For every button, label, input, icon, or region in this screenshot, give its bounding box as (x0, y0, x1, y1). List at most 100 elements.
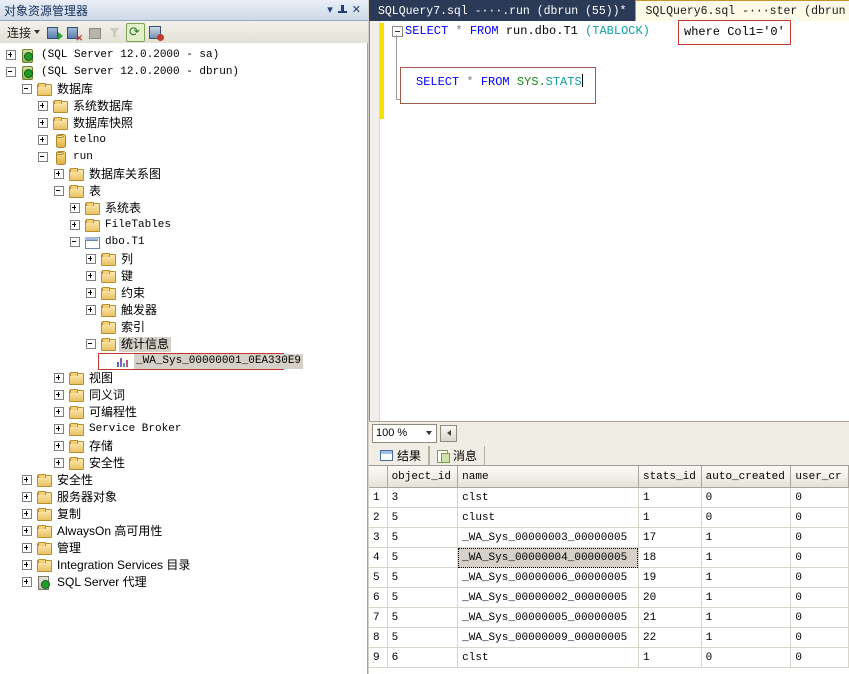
expand-icon[interactable] (22, 577, 33, 588)
cell-user-created[interactable]: 0 (790, 587, 849, 608)
tree-node[interactable]: Service Broker (0, 421, 367, 438)
tree-node[interactable]: 系统表 (0, 200, 367, 217)
expand-icon[interactable] (86, 254, 97, 265)
expand-icon[interactable] (22, 560, 33, 571)
cell-user-created[interactable]: 0 (790, 507, 849, 528)
editor-tab[interactable]: SQLQuery7.sql -···.run (dbrun (55))* (369, 1, 636, 21)
table-row[interactable]: 7 5 _WA_Sys_00000005_00000005 21 1 0 (369, 607, 849, 628)
tree-node[interactable]: 键 (0, 268, 367, 285)
table-row[interactable]: 9 6 clst 1 0 0 (369, 647, 849, 668)
cell-stats-id[interactable]: 21 (638, 607, 702, 628)
tree-node[interactable]: 可编程性 (0, 404, 367, 421)
collapse-icon[interactable] (6, 67, 17, 78)
expand-icon[interactable] (22, 492, 33, 503)
cell-user-created[interactable]: 0 (790, 527, 849, 548)
row-header[interactable]: 1 (369, 487, 388, 508)
tree-node[interactable]: SQL Server 代理 (0, 574, 367, 591)
cell-stats-id[interactable]: 17 (638, 527, 702, 548)
tree-node[interactable]: 存储 (0, 438, 367, 455)
results-tab[interactable]: 消息 (429, 446, 486, 465)
results-tab[interactable]: 结果 (373, 446, 430, 465)
cell-object-id[interactable]: 5 (387, 507, 459, 528)
cell-auto-created[interactable]: 1 (701, 567, 792, 588)
cell-stats-id[interactable]: 18 (638, 547, 702, 568)
tree-node[interactable]: 索引 (0, 319, 367, 336)
cell-stats-id[interactable]: 19 (638, 567, 702, 588)
column-header-name[interactable]: name (457, 466, 639, 488)
collapse-icon[interactable] (54, 186, 65, 197)
cell-name[interactable]: _WA_Sys_00000009_00000005 (457, 627, 639, 648)
tree-node[interactable]: run (0, 149, 367, 166)
cell-name[interactable]: _WA_Sys_00000002_00000005 (457, 587, 639, 608)
connect-dropdown-button[interactable]: 连接 (4, 23, 43, 42)
disconnect-icon[interactable] (66, 24, 83, 43)
table-row[interactable]: 1 3 clst 1 0 0 (369, 487, 849, 508)
disconnect-all-icon[interactable] (148, 24, 165, 41)
object-explorer-tree-container[interactable]: (SQL Server 12.0.2000 - sa) (SQL Server 1… (0, 43, 368, 674)
table-row[interactable]: 8 5 _WA_Sys_00000009_00000005 22 1 0 (369, 627, 849, 648)
refresh-icon[interactable] (126, 22, 146, 42)
cell-stats-id[interactable]: 1 (638, 507, 702, 528)
expand-icon[interactable] (70, 220, 81, 231)
cell-stats-id[interactable]: 22 (638, 627, 702, 648)
expand-icon[interactable] (22, 543, 33, 554)
cell-user-created[interactable]: 0 (790, 607, 849, 628)
expand-icon[interactable] (38, 101, 49, 112)
expand-icon[interactable] (86, 271, 97, 282)
tree-node[interactable]: 数据库 (0, 81, 367, 98)
expand-icon[interactable] (22, 509, 33, 520)
row-header[interactable]: 9 (369, 647, 388, 668)
cell-stats-id[interactable]: 20 (638, 587, 702, 608)
expand-icon[interactable] (22, 475, 33, 486)
tree-node[interactable]: 系统数据库 (0, 98, 367, 115)
expand-icon[interactable] (6, 50, 17, 61)
tree-node[interactable]: 触发器 (0, 302, 367, 319)
cell-object-id[interactable]: 5 (387, 627, 459, 648)
expand-icon[interactable] (86, 305, 97, 316)
expand-icon[interactable] (70, 203, 81, 214)
column-header-user-created[interactable]: user_cr (790, 466, 849, 488)
cell-user-created[interactable]: 0 (790, 627, 849, 648)
cell-object-id[interactable]: 5 (387, 567, 459, 588)
cell-user-created[interactable]: 0 (790, 547, 849, 568)
cell-stats-id[interactable]: 1 (638, 647, 702, 668)
collapse-icon[interactable] (70, 237, 81, 248)
tree-node[interactable]: 视图 (0, 370, 367, 387)
close-icon[interactable]: ✕ (352, 4, 361, 16)
tree-node[interactable]: 列 (0, 251, 367, 268)
table-row[interactable]: 5 5 _WA_Sys_00000006_00000005 19 1 0 (369, 567, 849, 588)
cell-object-id[interactable]: 5 (387, 547, 459, 568)
table-row[interactable]: 4 5 _WA_Sys_00000004_00000005 18 1 0 (369, 547, 849, 568)
cell-user-created[interactable]: 0 (790, 567, 849, 588)
sql-editor[interactable]: SELECT * FROM run.dbo.T1 (TABLOCK) SELEC… (369, 20, 849, 421)
expand-icon[interactable] (38, 118, 49, 129)
row-header[interactable]: 2 (369, 507, 388, 528)
code-area[interactable]: SELECT * FROM run.dbo.T1 (TABLOCK) SELEC… (392, 20, 849, 421)
tree-node[interactable]: dbo.T1 (0, 234, 367, 251)
tree-node[interactable]: 表 (0, 183, 367, 200)
cell-user-created[interactable]: 0 (790, 487, 849, 508)
cell-object-id[interactable]: 5 (387, 527, 459, 548)
table-row[interactable]: 3 5 _WA_Sys_00000003_00000005 17 1 0 (369, 527, 849, 548)
expand-icon[interactable] (54, 424, 65, 435)
expand-icon[interactable] (54, 441, 65, 452)
tree-node[interactable]: telno (0, 132, 367, 149)
tree-node[interactable]: 复制 (0, 506, 367, 523)
tree-node[interactable]: AlwaysOn 高可用性 (0, 523, 367, 540)
cell-object-id[interactable]: 5 (387, 587, 459, 608)
expand-icon[interactable] (54, 407, 65, 418)
cell-auto-created[interactable]: 0 (701, 647, 792, 668)
tree-node[interactable]: FileTables (0, 217, 367, 234)
cell-auto-created[interactable]: 0 (701, 507, 792, 528)
zoom-level-combobox[interactable]: 100 % (372, 423, 437, 443)
expand-icon[interactable] (54, 390, 65, 401)
cell-name[interactable]: _WA_Sys_00000004_00000005 (457, 547, 639, 568)
collapse-toggle-icon[interactable] (392, 26, 403, 37)
expand-icon[interactable] (54, 169, 65, 180)
expand-icon[interactable] (38, 135, 49, 146)
tree-node[interactable]: Integration Services 目录 (0, 557, 367, 574)
table-row[interactable]: 2 5 clust 1 0 0 (369, 507, 849, 528)
scroll-left-button[interactable] (440, 424, 457, 442)
row-header[interactable]: 5 (369, 567, 388, 588)
cell-auto-created[interactable]: 1 (701, 607, 792, 628)
